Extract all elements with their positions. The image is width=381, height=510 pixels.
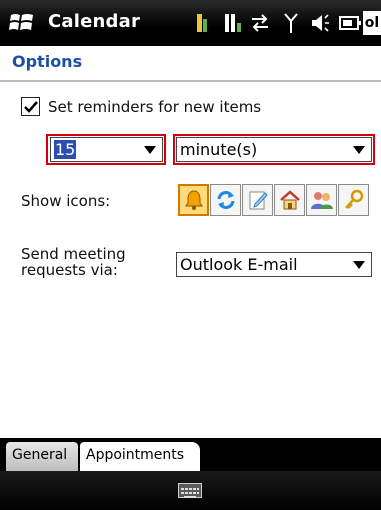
key-icon bbox=[344, 189, 363, 209]
title-bar: Calendar ol bbox=[0, 0, 381, 46]
app-title: Calendar bbox=[48, 11, 141, 32]
bell-icon bbox=[184, 190, 203, 210]
home-icon bbox=[279, 190, 300, 210]
signal-icon[interactable] bbox=[283, 11, 299, 35]
reminder-amount-select[interactable]: 15 bbox=[50, 137, 163, 162]
icon-picker bbox=[178, 184, 369, 216]
volume-icon[interactable] bbox=[310, 11, 330, 35]
checkmark-icon bbox=[24, 101, 38, 113]
page-title: Options bbox=[12, 52, 83, 71]
reminders-checkbox[interactable] bbox=[21, 97, 40, 116]
chevron-down-icon bbox=[144, 146, 156, 154]
clock-display[interactable]: ol bbox=[363, 11, 381, 35]
icon-option-note[interactable] bbox=[242, 184, 273, 216]
meeting-label: Send meeting requests via: bbox=[21, 246, 126, 278]
show-icons-label: Show icons: bbox=[21, 192, 111, 210]
tab-bar: General Appointments bbox=[0, 438, 381, 471]
windows-start-icon[interactable] bbox=[9, 10, 35, 34]
page-header: Options bbox=[0, 46, 381, 82]
icon-option-people[interactable] bbox=[306, 184, 337, 216]
meeting-account-select[interactable]: Outlook E-mail bbox=[176, 252, 372, 277]
sim-icon[interactable] bbox=[195, 11, 209, 35]
meeting-account-value: Outlook E-mail bbox=[180, 255, 298, 274]
icon-option-recurrence[interactable] bbox=[210, 184, 241, 216]
note-icon bbox=[249, 191, 268, 210]
recurrence-icon bbox=[217, 191, 234, 209]
header-divider bbox=[0, 80, 381, 82]
reminder-unit-select[interactable]: minute(s) bbox=[176, 137, 372, 162]
chevron-down-icon bbox=[353, 261, 365, 269]
keyboard-icon[interactable] bbox=[178, 483, 202, 498]
icon-option-key[interactable] bbox=[338, 184, 369, 216]
icon-option-bell[interactable] bbox=[178, 184, 209, 216]
data-connection-icon[interactable] bbox=[249, 11, 271, 35]
battery-icon[interactable] bbox=[224, 11, 242, 35]
tab-appointments[interactable]: Appointments bbox=[80, 442, 200, 471]
tab-general[interactable]: General bbox=[6, 442, 78, 471]
icon-option-home[interactable] bbox=[274, 184, 305, 216]
battery-level-icon[interactable] bbox=[338, 11, 362, 35]
reminder-unit-value: minute(s) bbox=[180, 140, 258, 159]
reminders-label: Set reminders for new items bbox=[48, 98, 262, 116]
chevron-down-icon bbox=[353, 146, 365, 154]
reminder-amount-value: 15 bbox=[54, 140, 77, 159]
keyboard-keys-icon bbox=[181, 488, 199, 498]
meeting-label-line2: requests via: bbox=[21, 261, 118, 279]
people-icon bbox=[310, 192, 333, 209]
